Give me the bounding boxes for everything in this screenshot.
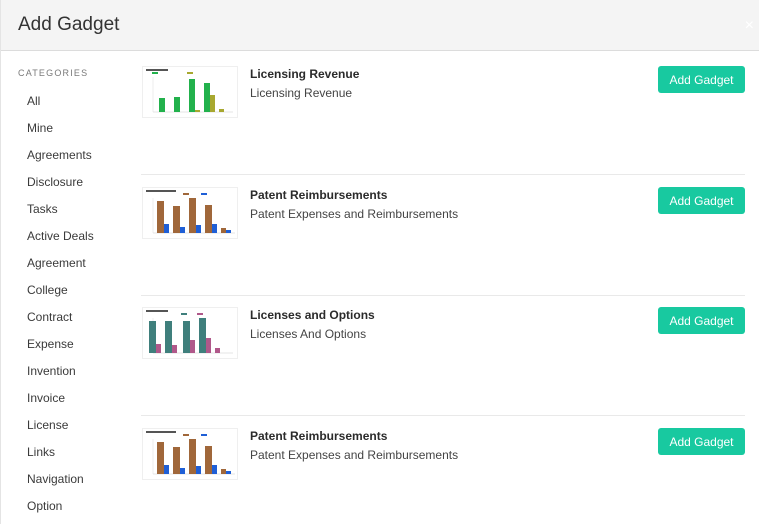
category-item-invoice[interactable]: Invoice [27,390,94,417]
gadget-description: Licensing Revenue [250,86,353,100]
teal-pink-bar-chart-icon [142,307,238,359]
gadget-description: Patent Expenses and Reimbursements [250,207,459,221]
gadget-name: Patent Reimbursements [250,429,388,443]
gadget-description: Licenses And Options [250,327,367,341]
add-gadget-button[interactable]: Add Gadget [658,428,745,455]
category-item-mine[interactable]: Mine [27,120,94,147]
category-item-active-deals[interactable]: Active Deals [27,228,94,255]
add-gadget-modal: Add Gadget × CATEGORIES All Mine Agreeme… [0,0,759,524]
category-list: All Mine Agreements Disclosure Tasks Act… [27,93,94,524]
gadget-row: Licensing Revenue Licensing Revenue Add … [141,51,745,172]
category-item-disclosure[interactable]: Disclosure [27,174,94,201]
category-item-all[interactable]: All [27,93,94,120]
category-item-links[interactable]: Links [27,444,94,471]
categories-sidebar: CATEGORIES All Mine Agreements Disclosur… [1,51,131,524]
category-item-license[interactable]: License [27,417,94,444]
category-item-tasks[interactable]: Tasks [27,201,94,228]
category-item-invention[interactable]: Invention [27,363,94,390]
green-bar-chart-icon [142,66,238,118]
gadget-name: Licensing Revenue [250,67,360,81]
close-icon[interactable]: × [745,18,754,34]
gadget-row: Licenses and Options Licenses And Option… [141,292,745,413]
modal-title: Add Gadget [18,14,120,35]
gadget-name: Licenses and Options [250,308,375,322]
brown-blue-bar-chart-icon [142,428,238,480]
category-item-option[interactable]: Option [27,498,94,524]
gadget-row: Patent Reimbursements Patent Expenses an… [141,413,745,524]
brown-blue-bar-chart-icon [142,187,238,239]
categories-heading: CATEGORIES [18,68,89,78]
category-item-contract[interactable]: Contract [27,309,94,336]
gadget-row: Patent Reimbursements Patent Expenses an… [141,172,745,293]
category-item-navigation[interactable]: Navigation [27,471,94,498]
modal-header: Add Gadget × [1,0,759,51]
add-gadget-button[interactable]: Add Gadget [658,187,745,214]
category-item-expense[interactable]: Expense [27,336,94,363]
add-gadget-button[interactable]: Add Gadget [658,307,745,334]
category-item-college[interactable]: College [27,282,94,309]
category-item-agreement[interactable]: Agreement [27,255,94,282]
add-gadget-button[interactable]: Add Gadget [658,66,745,93]
category-item-agreements[interactable]: Agreements [27,147,94,174]
gadget-name: Patent Reimbursements [250,188,388,202]
gadget-description: Patent Expenses and Reimbursements [250,448,459,462]
